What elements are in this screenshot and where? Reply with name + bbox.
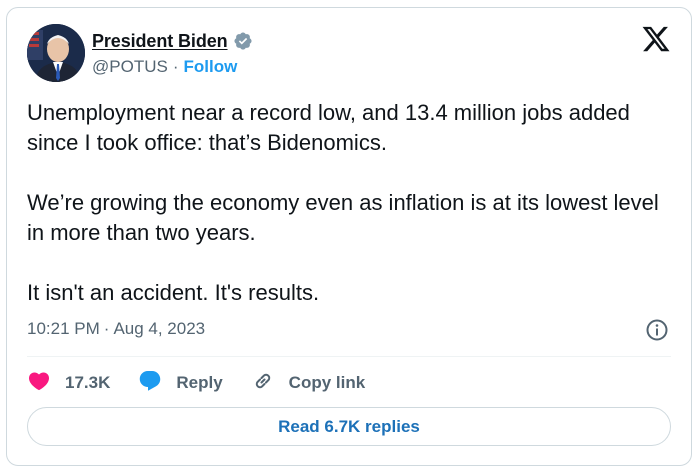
author-handle[interactable]: @POTUS [92,57,168,77]
verified-badge-icon [233,31,253,51]
timestamp-separator: · [103,319,110,338]
link-icon [251,369,275,398]
timestamp[interactable]: 10:21 PM · Aug 4, 2023 [27,319,205,339]
tweet-date: Aug 4, 2023 [113,319,206,338]
tweet-paragraph: We’re growing the economy even as inflat… [27,190,659,245]
tweet-text: Unemployment near a record low, and 13.4… [27,98,667,308]
tweet-paragraph: Unemployment near a record low, and 13.4… [27,100,630,155]
tweet-paragraph: It isn't an accident. It's results. [27,280,320,305]
like-count: 17.3K [65,373,111,392]
read-replies-button[interactable]: Read 6.7K replies [27,407,671,446]
reply-label: Reply [176,373,223,392]
x-logo-icon[interactable] [641,24,671,54]
divider [27,356,671,357]
copy-link-label: Copy link [288,373,366,392]
like-button[interactable]: 17.3K [27,369,110,398]
follow-link[interactable]: Follow [184,57,238,77]
avatar[interactable] [27,24,85,82]
info-icon[interactable] [645,318,669,342]
speech-bubble-icon [138,369,162,398]
author-name-row: President Biden [92,30,253,52]
handle-separator: · [172,57,179,76]
copy-link-button[interactable]: Copy link [251,369,366,398]
handle-row: @POTUS · Follow [92,57,237,77]
tweet-card: President Biden @POTUS · Follow Unemploy… [6,7,692,466]
author-name[interactable]: President Biden [92,31,228,52]
action-bar: 17.3K Reply Copy link [27,368,393,398]
tweet-time: 10:21 PM [27,319,100,338]
reply-button[interactable]: Reply [138,369,223,398]
heart-icon [27,369,51,398]
